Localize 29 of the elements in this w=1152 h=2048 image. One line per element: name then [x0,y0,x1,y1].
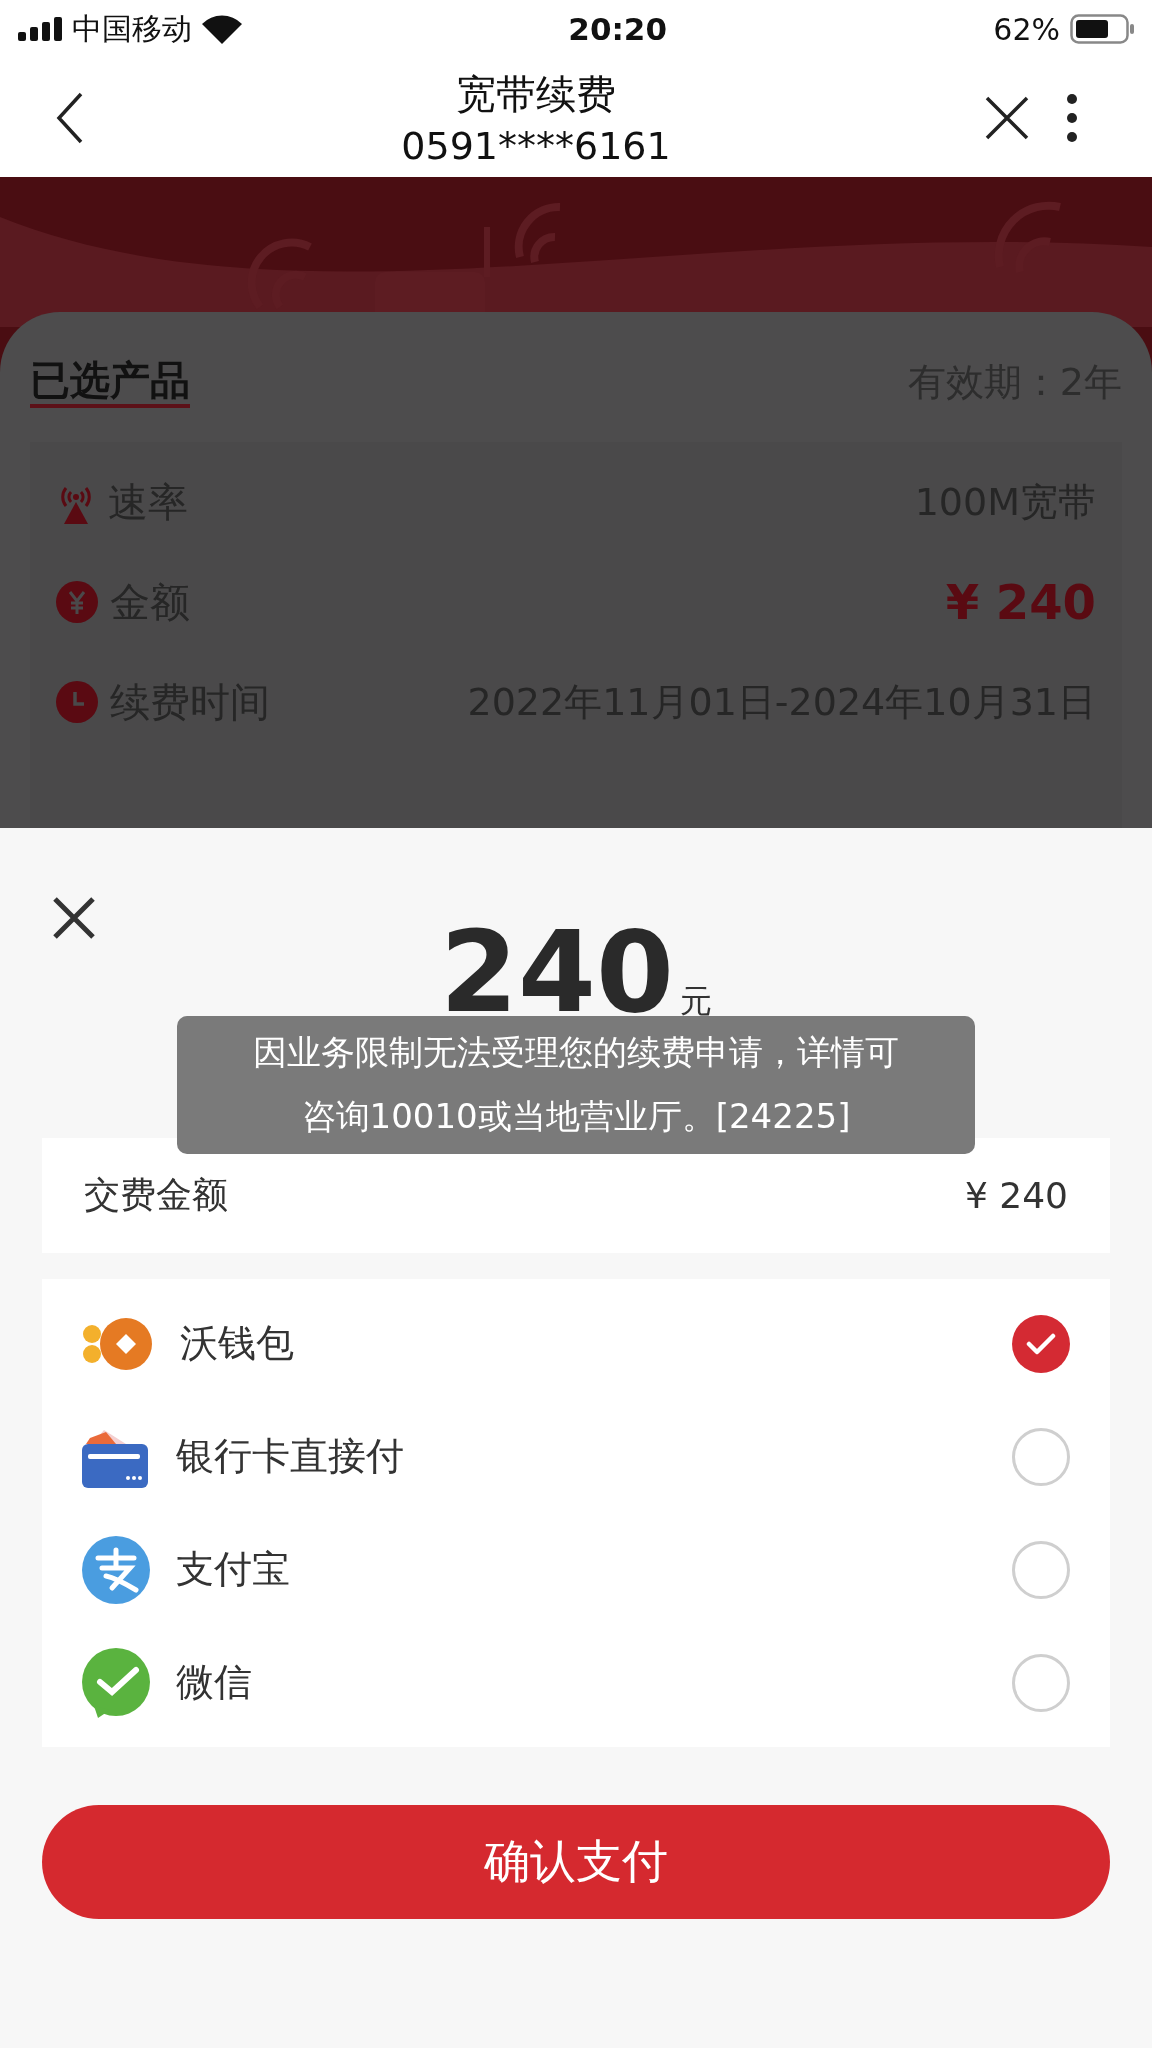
carrier-name: 中国移动 [72,9,192,48]
alipay-icon [82,1535,150,1604]
fee-value: ¥ 240 [964,1175,1068,1216]
payment-option[interactable]: 沃钱包 [42,1287,1110,1400]
confirm-pay-button[interactable]: 确认支付 [42,1805,1110,1919]
battery-percent: 62% [993,11,1060,47]
account-number: 0591****6161 [401,124,671,168]
yen-icon [56,581,98,623]
detail-value: ¥ 240 [945,574,1096,630]
section-heading: 已选产品 [30,356,190,408]
toast-message: 因业务限制无法受理您的续费申请，详情可 [253,1031,899,1074]
payment-option[interactable]: 微信 [42,1626,1110,1739]
payment-option[interactable]: 支付宝 [42,1513,1110,1626]
more-icon [1066,92,1078,143]
wallet-logo-icon [82,1317,154,1370]
wifi-icon [202,14,242,44]
battery-icon [1070,14,1134,44]
clock-time: 20:20 [568,11,667,47]
toast-message: 咨询10010或当地营业厅。[24225] [301,1095,851,1138]
wechat-icon [82,1647,150,1718]
payment-amount: 240 [440,916,674,1028]
clock-icon [56,681,98,723]
checked-radio[interactable] [1012,1314,1070,1373]
check-icon [1026,1331,1056,1356]
signal-icon [18,17,62,41]
currency-unit: 元 [679,981,712,1022]
page-title: 宽带续费 [456,70,616,119]
fee-label: 交费金额 [84,1173,228,1217]
payment-option[interactable]: 银行卡直接付 [42,1400,1110,1513]
